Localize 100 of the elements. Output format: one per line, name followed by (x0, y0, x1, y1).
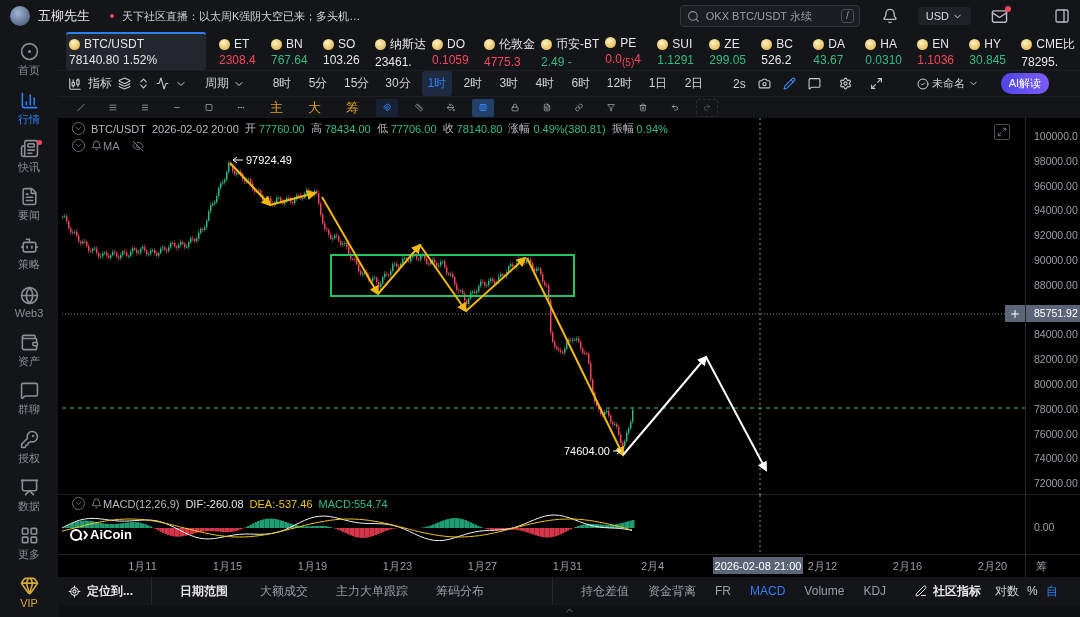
interval-tab[interactable]: 3时 (493, 71, 524, 96)
ticker-price: 0.0310 (865, 53, 903, 67)
indicator-tool[interactable]: 筹 (339, 98, 365, 117)
ticker-card[interactable]: 币安-BT 2.49 - (538, 32, 603, 70)
candle-time: 2026-02-02 20:00 (152, 122, 239, 135)
ticker-price: 4775.3 (484, 54, 521, 69)
interval-tab[interactable]: 8时 (267, 71, 297, 96)
interval-tab[interactable]: 5分 (303, 71, 333, 96)
locate-button[interactable]: 定位到... (68, 579, 133, 603)
quote-label: 收 (442, 121, 454, 136)
ticker-card[interactable]: BTC/USDT 78140.80 1.52% (66, 32, 206, 70)
interval-tab[interactable]: 12时 (601, 71, 638, 96)
ticker-card[interactable]: DA 43.67 (810, 32, 863, 70)
ticker-card[interactable]: SO 103.26 (320, 32, 372, 70)
arrows-icon[interactable] (137, 77, 150, 90)
ticker-card[interactable]: ET 2308.4 (216, 32, 268, 70)
sidebar-item[interactable]: Web3 (2, 278, 56, 327)
interval-tab[interactable]: 15分 (339, 71, 375, 96)
percent-button[interactable]: % (1027, 581, 1038, 601)
dif-value: DIF:-260.08 (185, 497, 244, 510)
ticker-card[interactable]: BN 767.64 (268, 32, 320, 70)
sidebar-item[interactable]: 资产 (2, 326, 56, 375)
line-tool-icon (77, 101, 85, 114)
add-alert-button[interactable] (1005, 305, 1025, 322)
indicator-tab[interactable]: FR (715, 581, 731, 601)
interval-tab[interactable]: 2日 (679, 71, 710, 96)
indicator-tab[interactable]: KDJ (863, 581, 887, 601)
chat-icon (19, 381, 39, 401)
columns-tool[interactable] (472, 98, 494, 117)
layers-icon[interactable] (118, 77, 131, 90)
live-notice[interactable]: 天下社区直播：以太周K强阴大空已来；多头机… (122, 8, 361, 24)
sidebar-item[interactable]: 群聊 (2, 374, 56, 424)
ai-button[interactable]: AI解读 (1000, 73, 1050, 94)
ticker-card[interactable]: PE 0.0$_{(5)}$4 (602, 32, 655, 70)
currency-dropdown[interactable]: USD (917, 7, 971, 25)
sidebar-item[interactable]: 策略 (2, 229, 56, 279)
interval-tab[interactable]: 1日 (643, 71, 674, 96)
mail-icon[interactable] (991, 7, 1008, 25)
interval-tab[interactable]: 1时 (421, 71, 452, 96)
tool-tab[interactable]: 大额成交 (260, 579, 308, 603)
document-icon (19, 187, 39, 207)
indicator-tab[interactable]: MACD (750, 581, 786, 601)
ticker-card[interactable]: BC 526.2 (758, 32, 811, 70)
sidebar-item[interactable]: 要闻 (2, 181, 56, 230)
bell-icon[interactable] (881, 8, 898, 24)
layout-dropdown[interactable]: 未命名 (910, 75, 985, 92)
settings-icon[interactable] (838, 77, 852, 90)
indicator-tool[interactable]: 大 (301, 98, 327, 117)
candlestick-icon[interactable] (68, 76, 82, 91)
comment-icon[interactable] (807, 77, 821, 90)
sidebar-item[interactable]: 快讯 (2, 132, 56, 182)
camera-icon[interactable] (757, 77, 771, 90)
tool-tab[interactable]: 筹码分布 (436, 579, 484, 603)
sidebar-item[interactable]: 首页 (2, 36, 56, 85)
sidebar-item[interactable]: VIP (2, 568, 56, 617)
period-dropdown[interactable]: 周期 (205, 75, 245, 92)
ticker-card[interactable]: EN 1.1036 (914, 32, 967, 70)
community-indicator-button[interactable]: 社区指标 (915, 579, 982, 603)
ticker-card[interactable]: SUI 1.1291 (654, 32, 707, 70)
sidebar-item[interactable]: 数据 (2, 471, 56, 521)
fullscreen-icon[interactable] (869, 77, 883, 90)
indicator-tab[interactable]: 资金背离 (648, 579, 696, 603)
ticker-price: 2.49 - (541, 54, 572, 69)
ticker-card[interactable]: DO 0.1059 (429, 32, 481, 70)
indicator-tool[interactable]: 主 (263, 98, 289, 117)
sidebar-item[interactable]: 行情 (2, 84, 56, 133)
price-axis-label: 90000.00 (1034, 253, 1079, 268)
refresh-rate[interactable]: 2s (733, 76, 746, 91)
sidebar-item[interactable]: 授权 (2, 423, 56, 472)
live-dot (110, 14, 114, 18)
ticker-name: CME比 (1036, 35, 1075, 53)
ticker-card[interactable]: 伦敦金 4775.3 (481, 32, 538, 70)
interval-tab[interactable]: 2时 (457, 71, 488, 96)
ticker-card[interactable]: HY 30.845 (966, 32, 1019, 70)
interval-tab[interactable]: 30分 (380, 71, 416, 96)
ticker-card[interactable]: HA 0.0310 (862, 32, 915, 70)
indicator-tab[interactable]: Volume (804, 581, 845, 601)
sidebar-item[interactable]: 更多 (2, 520, 56, 569)
interval-tab[interactable]: 6时 (565, 71, 596, 96)
magnet-tool[interactable] (376, 98, 398, 117)
price-axis-label: 92000.00 (1034, 228, 1079, 244)
avatar[interactable] (10, 6, 30, 26)
ticker-card[interactable]: ZE 299.05 (706, 32, 759, 70)
interval-tab[interactable]: 4时 (529, 71, 560, 96)
tool-tab[interactable]: 主力大单跟踪 (336, 579, 408, 603)
ticker-card[interactable]: CME比 78295. (1018, 32, 1078, 70)
auto-button[interactable]: 自 (1045, 579, 1058, 603)
macd-value: MACD:554.74 (318, 497, 388, 510)
date-range-button[interactable]: 日期范围 (180, 579, 228, 603)
ticker-name: HA (880, 37, 897, 51)
indicator-button[interactable]: 指标 (88, 75, 112, 92)
wave-icon[interactable] (156, 77, 169, 90)
pencil-icon[interactable] (782, 77, 796, 90)
ticker-price: 2308.4 (219, 53, 256, 67)
indicator-tab[interactable]: 持仓差值 (581, 579, 629, 603)
panel-icon[interactable] (1054, 8, 1070, 24)
ticker-card[interactable]: 纳斯达 23461. (372, 32, 429, 70)
log-scale-button[interactable]: 对数 (995, 579, 1020, 603)
eye-off-icon[interactable] (131, 139, 144, 152)
expand-icon[interactable] (994, 124, 1010, 140)
